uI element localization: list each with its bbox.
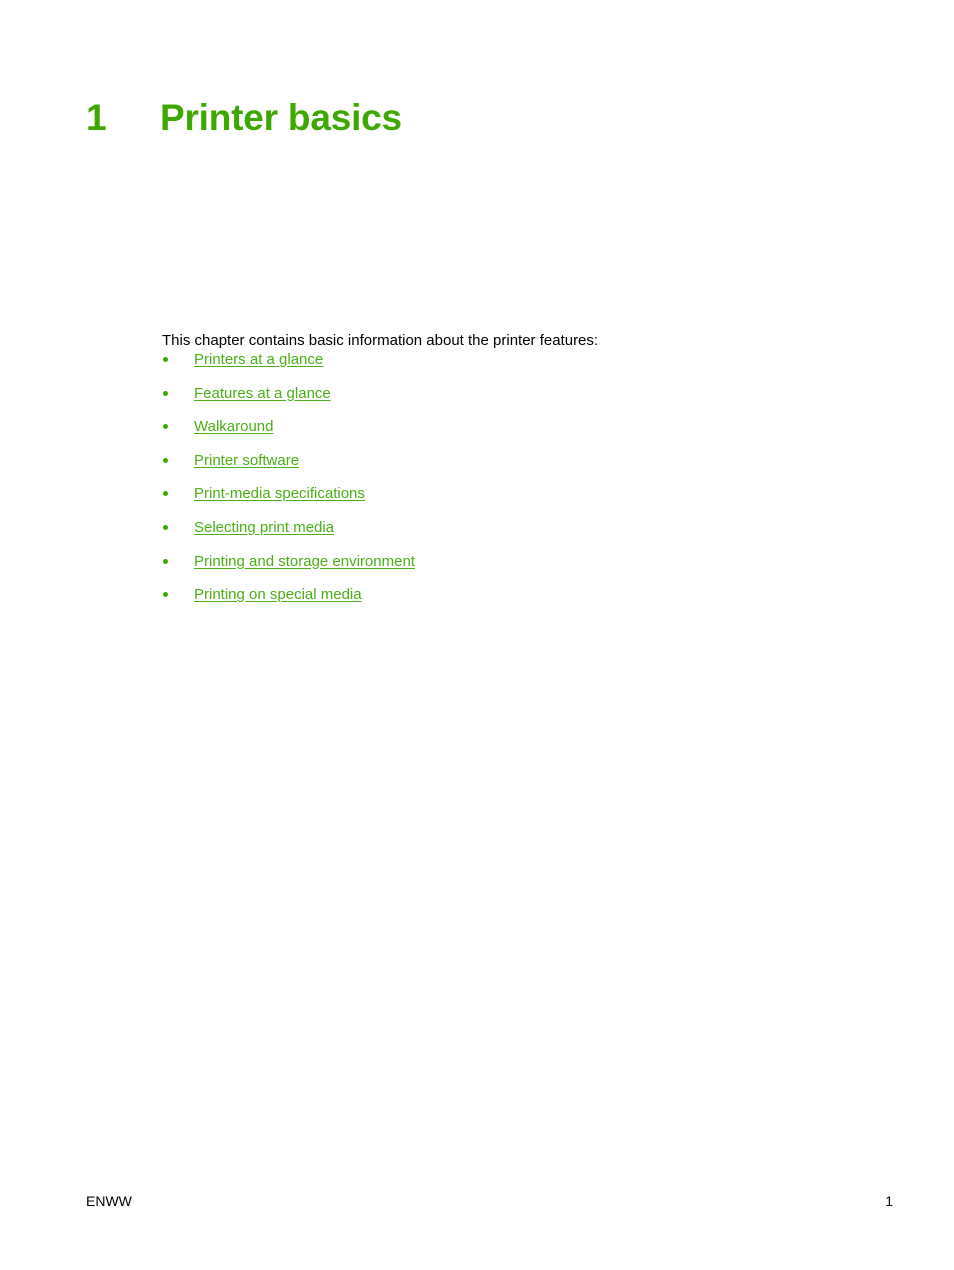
bullet-icon bbox=[163, 592, 168, 598]
list-item[interactable]: Printing on special media bbox=[162, 586, 862, 620]
toc-link-selecting-print-media[interactable]: Selecting print media bbox=[194, 519, 334, 536]
bullet-icon bbox=[163, 558, 168, 564]
footer-locale-label: ENWW bbox=[86, 1193, 132, 1209]
page-title: 1 Printer basics bbox=[86, 96, 402, 140]
bullet-icon bbox=[163, 491, 168, 497]
document-page: 1 Printer basics This chapter contains b… bbox=[0, 0, 954, 1270]
list-item[interactable]: Walkaround bbox=[162, 418, 862, 452]
chapter-contents-list: Printers at a glance Features at a glanc… bbox=[162, 351, 862, 620]
list-item[interactable]: Features at a glance bbox=[162, 385, 862, 419]
page-footer: ENWW 1 bbox=[86, 1192, 893, 1210]
list-item[interactable]: Printing and storage environment bbox=[162, 553, 862, 587]
list-item[interactable]: Printers at a glance bbox=[162, 351, 862, 385]
intro-paragraph: This chapter contains basic information … bbox=[162, 332, 599, 349]
toc-link-features-at-a-glance[interactable]: Features at a glance bbox=[194, 385, 331, 402]
toc-link-printing-on-special-media[interactable]: Printing on special media bbox=[194, 586, 362, 603]
toc-link-print-media-specifications[interactable]: Print-media specifications bbox=[194, 485, 365, 502]
bullet-icon bbox=[163, 357, 168, 362]
list-item[interactable]: Print-media specifications bbox=[162, 485, 862, 519]
list-item[interactable]: Selecting print media bbox=[162, 519, 862, 553]
page-number: 1 bbox=[885, 1193, 893, 1209]
chapter-number: 1 bbox=[86, 97, 107, 138]
toc-link-printing-and-storage-environment[interactable]: Printing and storage environment bbox=[194, 553, 415, 570]
toc-link-walkaround[interactable]: Walkaround bbox=[194, 418, 273, 435]
toc-link-printer-software[interactable]: Printer software bbox=[194, 452, 299, 469]
bullet-icon bbox=[163, 390, 168, 396]
bullet-icon bbox=[163, 457, 168, 463]
toc-link-printers-at-a-glance[interactable]: Printers at a glance bbox=[194, 351, 323, 368]
chapter-title: Printer basics bbox=[160, 97, 402, 138]
bullet-icon bbox=[163, 424, 168, 430]
list-item[interactable]: Printer software bbox=[162, 452, 862, 486]
bullet-icon bbox=[163, 524, 168, 530]
